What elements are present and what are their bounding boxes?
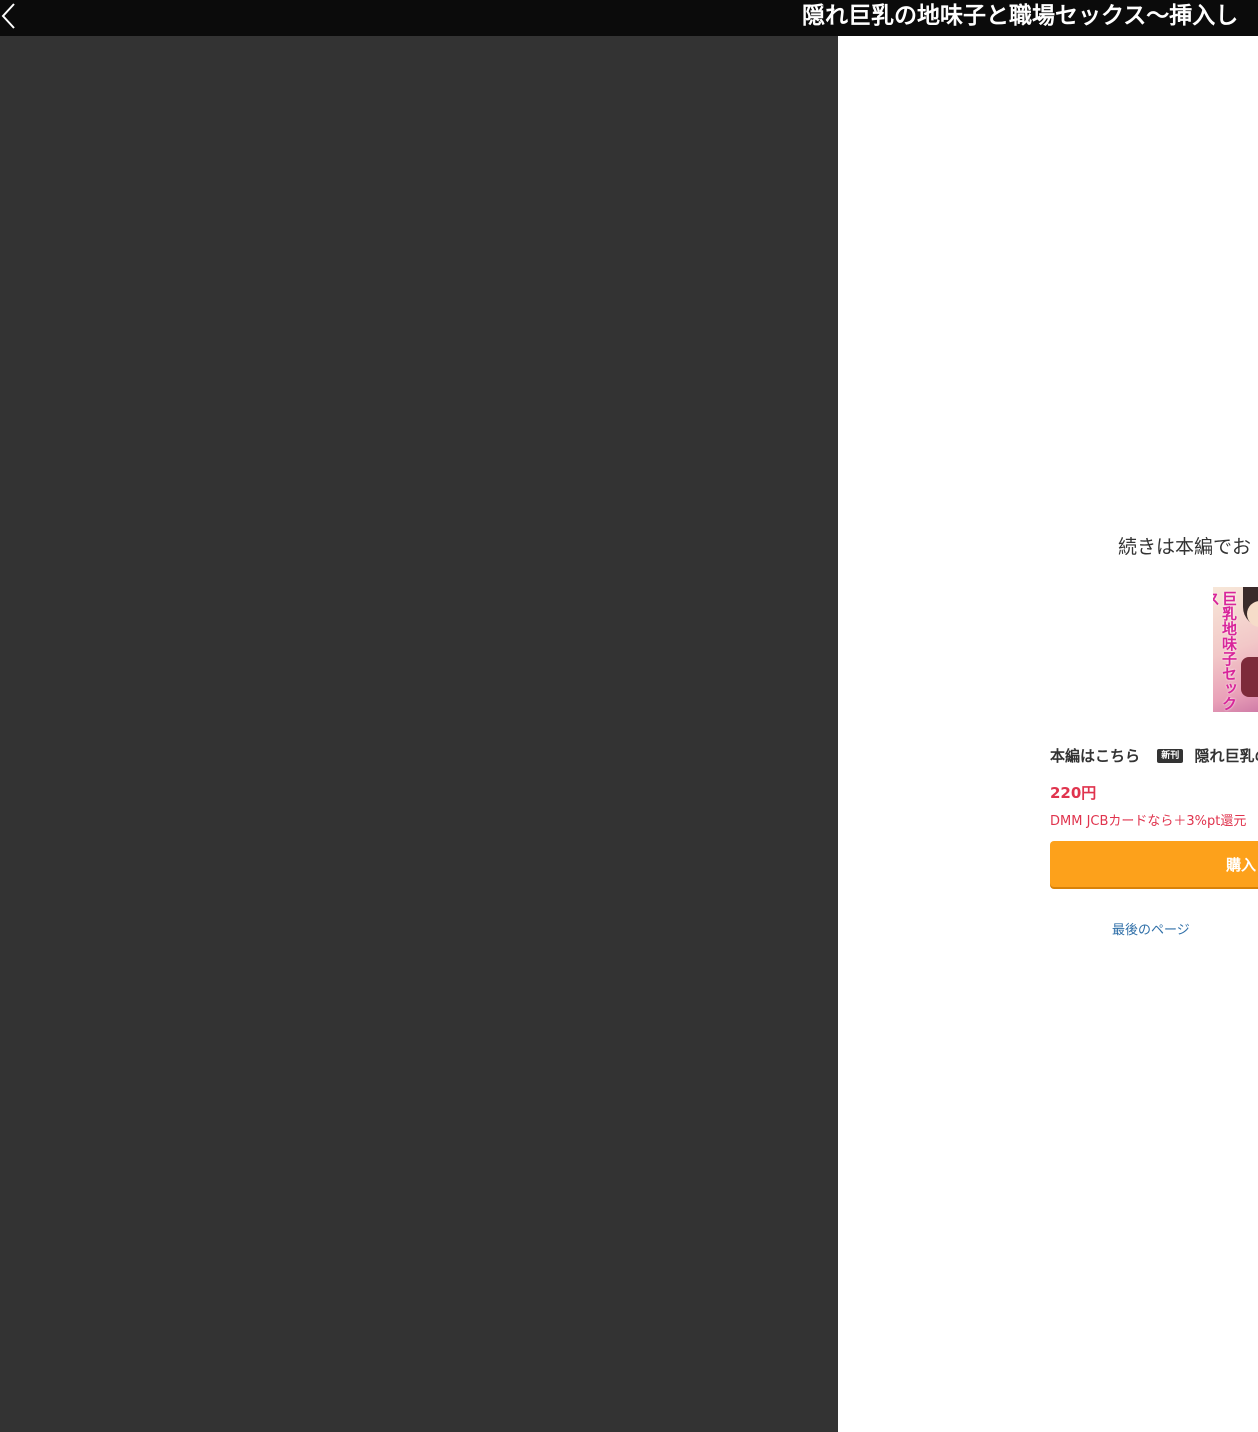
price: 220円: [1050, 784, 1097, 802]
main-work-title[interactable]: 隠れ巨乳の: [1195, 745, 1258, 766]
honpen-label: 本編はこちら: [1050, 747, 1141, 765]
cover-art-body: [1241, 657, 1258, 697]
new-release-badge: 新刊: [1157, 748, 1184, 763]
jcb-campaign-text: DMM JCBカードなら＋3%pt還元: [1050, 814, 1247, 829]
back-button[interactable]: [0, 0, 24, 36]
end-page-panel: 続きは本編でお 巨乳地味子セックス 本編はこちら 新刊 隠れ巨乳の 220円 D…: [838, 36, 1258, 1432]
purchase-button[interactable]: 購入: [1050, 841, 1258, 887]
chevron-left-icon: [1, 3, 15, 29]
cover-title-text: 巨乳地味子セックス: [1213, 591, 1238, 711]
viewer-left-page[interactable]: [0, 36, 838, 1432]
purchase-button-label: 購入: [1226, 856, 1257, 874]
book-cover-image[interactable]: 巨乳地味子セックス: [1213, 587, 1258, 712]
viewer-header: 隠れ巨乳の地味子と職場セックス〜挿入し: [0, 0, 1258, 36]
last-page-link[interactable]: 最後のページ: [1112, 919, 1190, 938]
book-title: 隠れ巨乳の地味子と職場セックス〜挿入し: [802, 3, 1239, 29]
main-work-row: 本編はこちら 新刊 隠れ巨乳の: [1050, 745, 1258, 767]
continue-message: 続きは本編でお: [1118, 536, 1252, 558]
